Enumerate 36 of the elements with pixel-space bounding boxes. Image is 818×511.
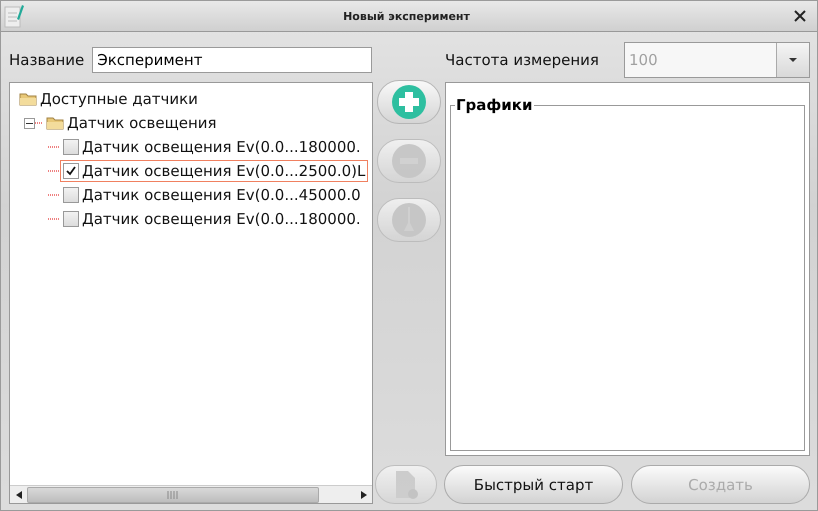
checkbox[interactable] <box>63 187 79 203</box>
close-icon <box>793 9 807 23</box>
add-button[interactable] <box>377 80 441 124</box>
plus-icon <box>392 85 426 119</box>
brush-icon <box>392 203 426 237</box>
notepad-icon <box>4 4 26 28</box>
right-arrow-icon[interactable] <box>360 490 366 498</box>
horizontal-scrollbar[interactable] <box>10 485 372 503</box>
window-title: Новый эксперимент <box>342 10 471 22</box>
minus-icon <box>392 144 426 178</box>
left-arrow-icon[interactable] <box>16 490 22 498</box>
caret-icon <box>789 58 797 62</box>
connector-line <box>35 122 43 124</box>
checkbox[interactable] <box>63 211 79 227</box>
checkbox[interactable] <box>63 139 79 155</box>
name-input[interactable]: Эксперимент <box>92 47 372 73</box>
charts-title: Графики <box>455 96 534 114</box>
collapse-icon[interactable] <box>24 118 35 128</box>
name-label: Название <box>9 51 84 69</box>
file-icon <box>393 470 419 500</box>
connector-line <box>48 146 60 148</box>
checkbox[interactable] <box>63 163 79 179</box>
tree-node[interactable]: Датчик освещения Ev(0.0...180000. <box>60 136 364 158</box>
folder-icon <box>46 116 64 130</box>
grip-icon <box>167 490 179 498</box>
tree-node[interactable]: Датчик освещения Ev(0.0...180000. <box>60 208 364 230</box>
tree-node[interactable]: Датчик освещения Ev(0.0...45000.0 <box>60 184 364 206</box>
connector-line <box>48 170 60 172</box>
frequency-label: Частота измерения <box>445 51 599 69</box>
connector-line <box>48 194 60 196</box>
tree-node[interactable]: Датчик освещения <box>43 112 220 134</box>
connector-line <box>48 218 60 220</box>
folder-icon <box>19 92 37 106</box>
tree-node[interactable]: Датчик освещения Ev(0.0...2500.0)L <box>60 160 368 182</box>
tree-node[interactable]: Доступные датчики <box>16 88 201 110</box>
action-button[interactable]: Быстрый старт <box>444 465 623 504</box>
